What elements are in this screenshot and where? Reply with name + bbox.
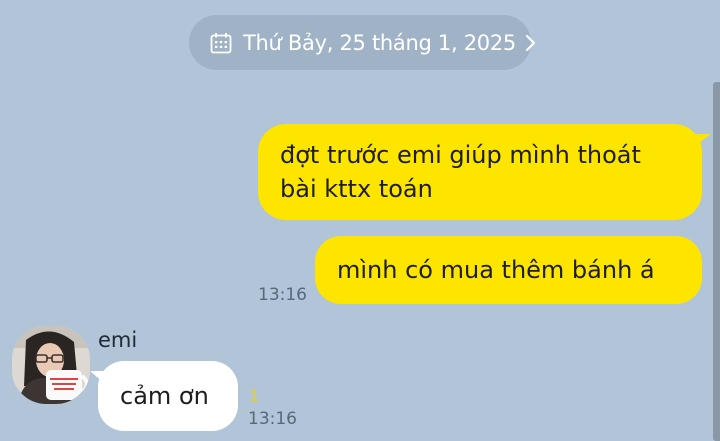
message-text-line: bài kttx toán [280, 175, 433, 203]
avatar[interactable] [12, 326, 90, 404]
bubble-tail [695, 134, 711, 146]
message-timestamp: 13:16 [248, 409, 297, 429]
message-timestamp: 13:16 [258, 285, 307, 305]
date-header-pill[interactable]: Thứ Bảy, 25 tháng 1, 2025 [189, 15, 536, 70]
sender-name: emi [98, 328, 138, 352]
incoming-message-bubble[interactable]: cảm ơn [90, 361, 238, 431]
scrollbar[interactable] [713, 82, 720, 441]
message-text: mình có mua thêm bánh á [337, 256, 655, 284]
outgoing-message-bubble[interactable]: mình có mua thêm bánh á [315, 236, 702, 304]
avatar-photo [12, 326, 90, 404]
unread-count: 1 [249, 386, 260, 405]
outgoing-message-bubble[interactable]: đợt trước emi giúp mình thoát bài kttx t… [258, 124, 711, 220]
message-text-line: đợt trước emi giúp mình thoát [280, 141, 641, 169]
message-text: cảm ơn [120, 382, 209, 410]
chevron-right-icon [524, 33, 538, 53]
bubble-tail [90, 371, 104, 383]
calendar-icon [209, 31, 233, 55]
date-header-label: Thứ Bảy, 25 tháng 1, 2025 [243, 30, 516, 55]
